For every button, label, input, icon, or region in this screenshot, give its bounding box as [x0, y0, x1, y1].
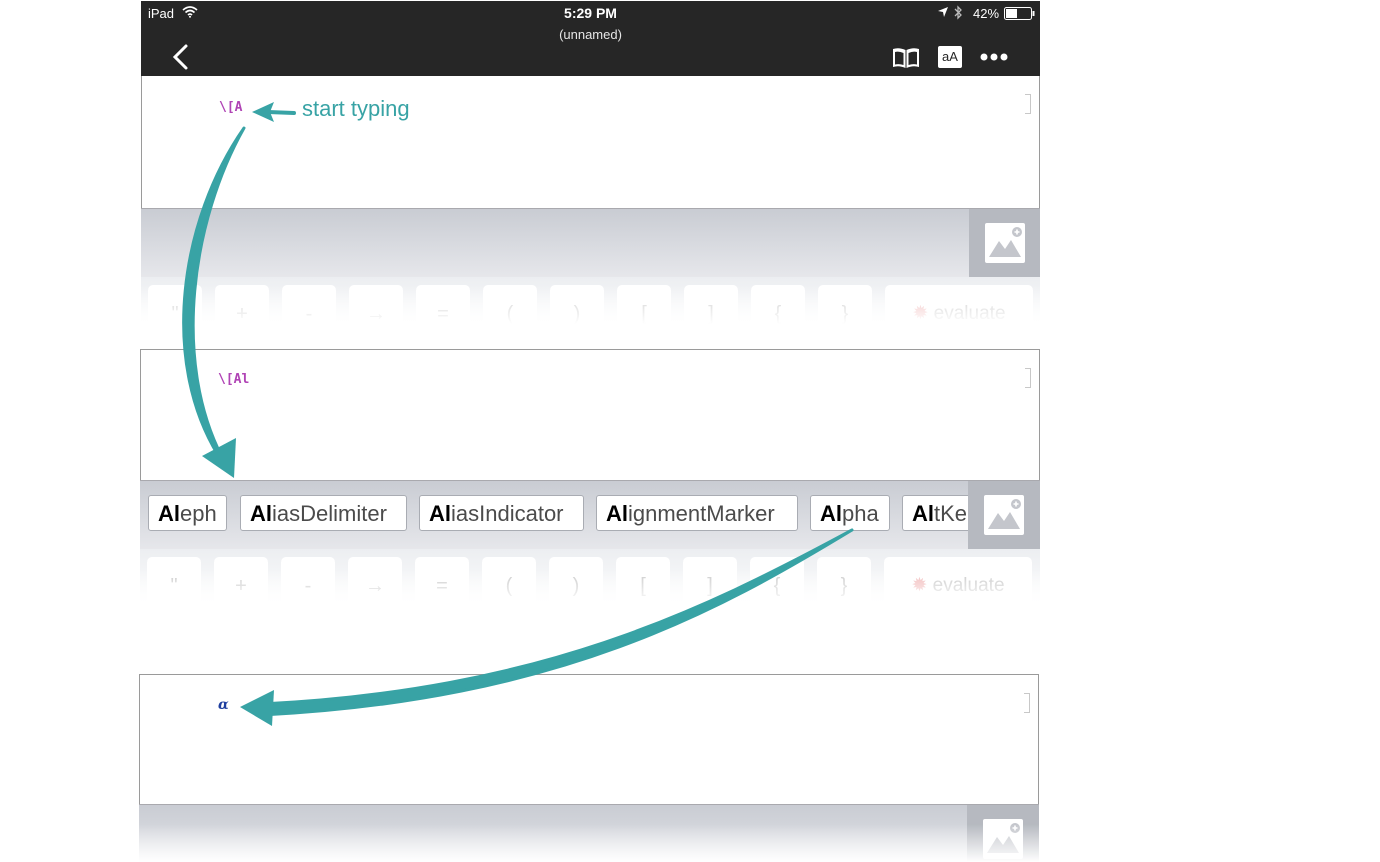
arrow-to-input-icon: [252, 102, 296, 122]
annotation-arrows: [182, 102, 854, 726]
arrow-to-suggestions-icon: [182, 126, 246, 478]
arrow-to-result-icon: [240, 528, 854, 726]
